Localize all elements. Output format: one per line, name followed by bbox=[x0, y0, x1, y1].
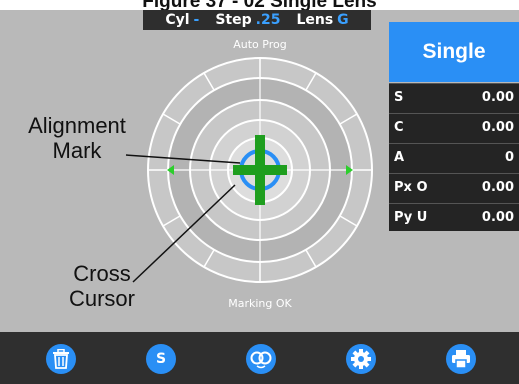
reading-row-py: Py U 0.00 bbox=[389, 203, 519, 230]
reading-value: 0.00 bbox=[481, 89, 514, 105]
reading-value: 0.00 bbox=[481, 119, 514, 135]
reading-value: 0 bbox=[504, 149, 514, 165]
status-header: Cyl - Step .25 Lens G bbox=[143, 10, 371, 30]
reading-label: S bbox=[394, 89, 404, 105]
delete-button[interactable] bbox=[46, 344, 76, 374]
alignment-mark-callout: Alignment Mark bbox=[28, 113, 126, 163]
settings-button[interactable] bbox=[346, 344, 376, 374]
cross-cursor-callout: Cross Cursor bbox=[68, 261, 135, 311]
single-mode-button[interactable]: Single bbox=[389, 22, 519, 82]
step-label: Step bbox=[215, 12, 252, 28]
reading-row-a: A 0 bbox=[389, 143, 519, 170]
printer-icon bbox=[452, 350, 470, 368]
lens-measure-button[interactable] bbox=[246, 344, 276, 374]
readings-panel: S 0.00 C 0.00 A 0 Px O 0.00 Py U 0.00 bbox=[389, 83, 519, 231]
cyl-label: Cyl bbox=[165, 12, 190, 28]
lens-label: Lens bbox=[296, 12, 334, 28]
reading-row-s: S 0.00 bbox=[389, 83, 519, 110]
gear-icon bbox=[351, 349, 371, 369]
trash-icon bbox=[53, 349, 69, 369]
reading-label: Px O bbox=[394, 179, 428, 195]
mode-label: Auto Prog bbox=[233, 38, 287, 51]
s-icon: S bbox=[155, 351, 167, 367]
lens-measure-icon bbox=[250, 351, 272, 369]
step-value: .25 bbox=[255, 12, 281, 28]
reading-value: 0.00 bbox=[481, 209, 514, 225]
lensmeter-screen: Cyl - Step .25 Lens G Auto Prog Single S… bbox=[0, 10, 519, 384]
reading-label: Py U bbox=[394, 209, 428, 225]
reading-label: A bbox=[394, 149, 405, 165]
reading-row-px: Px O 0.00 bbox=[389, 173, 519, 200]
single-s-button[interactable]: S bbox=[146, 344, 176, 374]
cyl-value: - bbox=[193, 12, 200, 28]
print-button[interactable] bbox=[446, 344, 476, 374]
reading-label: C bbox=[394, 119, 404, 135]
status-text: Marking OK bbox=[228, 297, 292, 310]
bottom-toolbar: S bbox=[0, 332, 519, 384]
lens-value: G bbox=[337, 12, 349, 28]
reading-row-c: C 0.00 bbox=[389, 113, 519, 140]
reading-value: 0.00 bbox=[481, 179, 514, 195]
